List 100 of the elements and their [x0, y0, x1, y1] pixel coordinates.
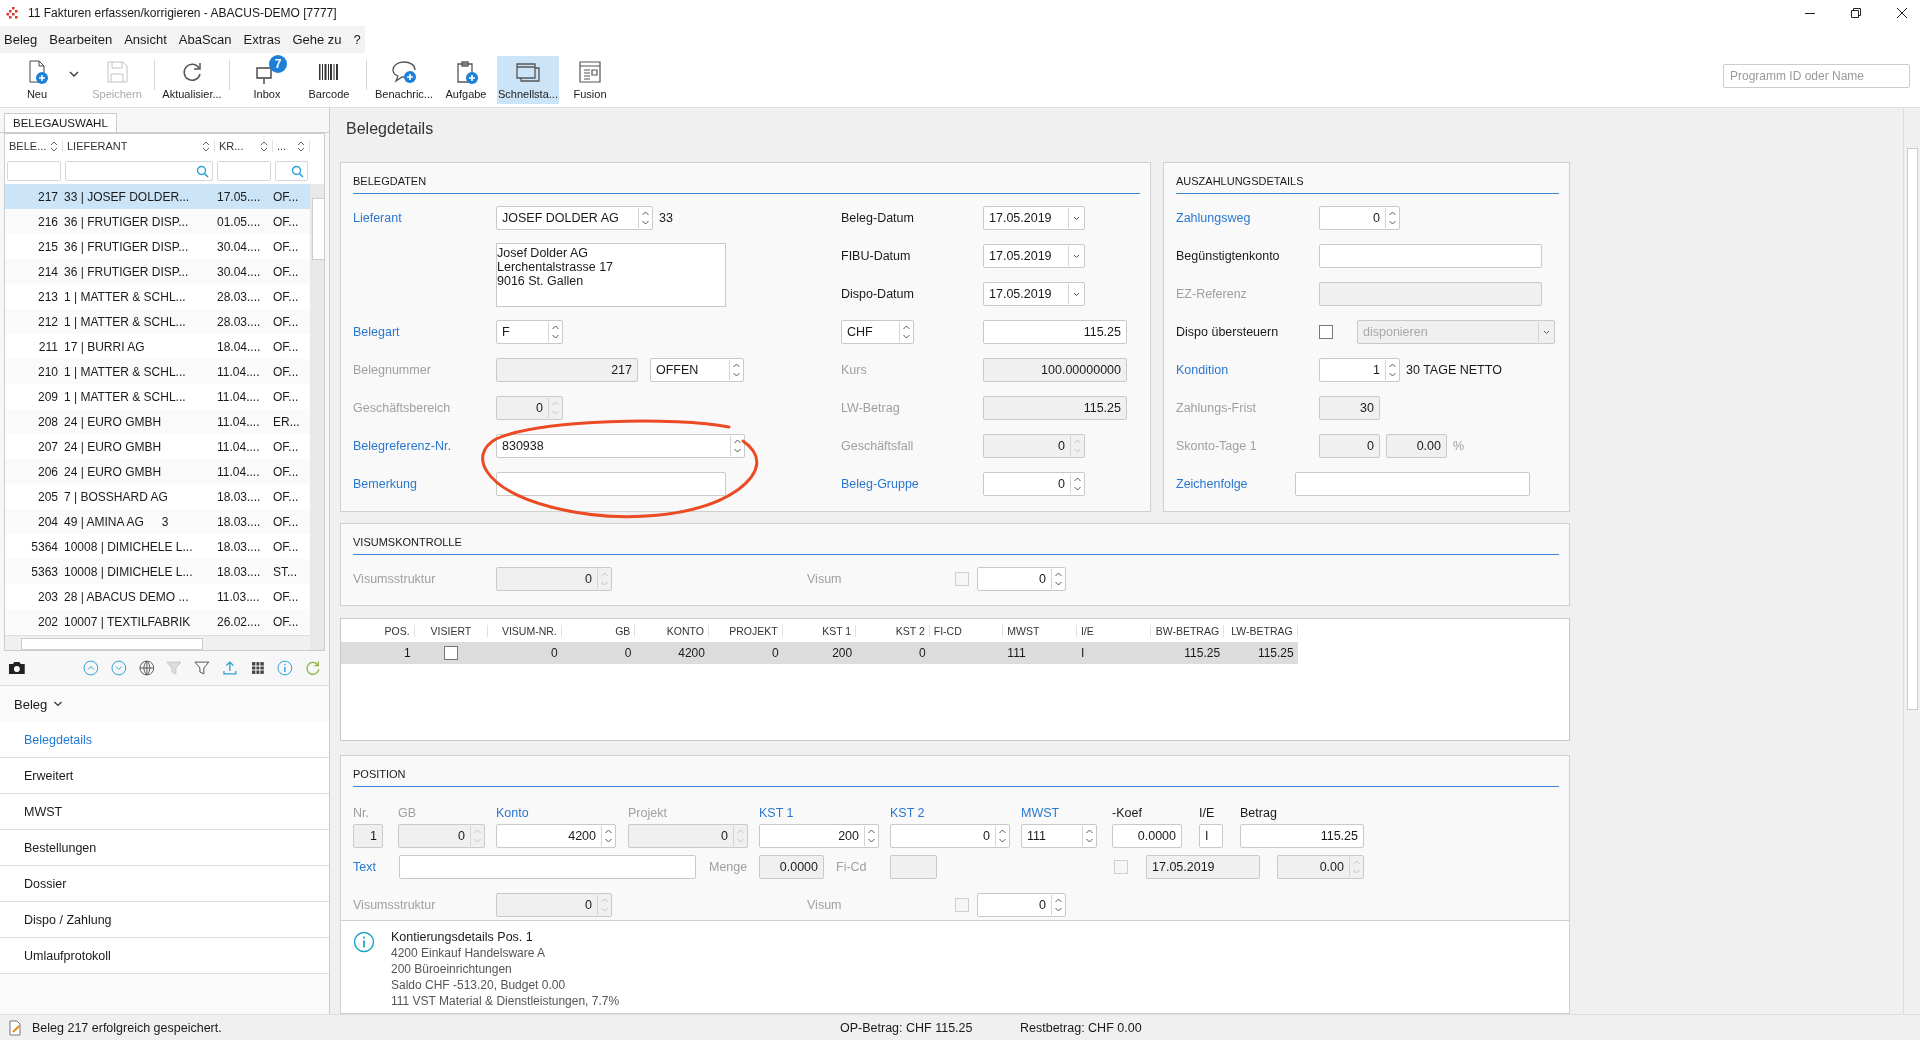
caret-icon[interactable]	[68, 69, 80, 79]
field-link[interactable]: Belegreferenz-Nr.	[353, 439, 451, 453]
number-field[interactable]: 0.0000	[1112, 824, 1182, 848]
column-header[interactable]: VISIERT	[414, 625, 489, 637]
menu-item[interactable]: Bearbeiten	[49, 32, 113, 47]
toolbar-button[interactable]: Fusion	[559, 56, 621, 104]
date-field[interactable]: 17.05.2019	[983, 206, 1085, 230]
filter-field[interactable]	[7, 161, 61, 181]
field-link[interactable]: Belegart	[353, 325, 400, 339]
column-header[interactable]: I/E	[1076, 625, 1151, 637]
spin-field[interactable]: 4200	[496, 824, 616, 848]
spinner-arrows-icon[interactable]	[638, 208, 652, 228]
list-row[interactable]: 209 1 | MATTER & SCHL... 11.04.... OF...	[5, 384, 310, 409]
filter-field[interactable]	[275, 161, 308, 181]
list-row[interactable]: 211 17 | BURRI AG 18.04.... OF...	[5, 334, 310, 359]
list-row[interactable]: 212 1 | MATTER & SCHL... 28.03.... OF...	[5, 309, 310, 334]
spin-field[interactable]: 0	[890, 824, 1010, 848]
clear-filter-icon[interactable]	[166, 660, 183, 676]
date-field[interactable]: 17.05.2019	[983, 244, 1085, 268]
column-header[interactable]: KR...	[215, 140, 273, 152]
nav-item[interactable]: Belegdetails	[0, 722, 329, 758]
list-row[interactable]: 214 36 | FRUTIGER DISP... 30.04.... OF...	[5, 259, 310, 284]
nav-item[interactable]: Dispo / Zahlung	[0, 902, 329, 938]
table-row[interactable]: 1 0 0 4200 0 200 0 111 I 115.25 115.25	[341, 642, 1298, 664]
list-row[interactable]: 203 28 | ABACUS DEMO ... 11.03.... OF...	[5, 584, 310, 609]
spinner-arrows-icon[interactable]	[864, 826, 878, 846]
info-icon[interactable]	[277, 660, 294, 676]
spin-field[interactable]: 0	[983, 472, 1085, 496]
menu-item[interactable]: Gehe zu	[292, 32, 342, 47]
column-header[interactable]: GB	[561, 625, 636, 637]
date-field[interactable]: 17.05.2019	[983, 282, 1085, 306]
field-link[interactable]: Bemerkung	[353, 477, 417, 491]
menu-item[interactable]: Extras	[243, 32, 281, 47]
search-field[interactable]: Programm ID oder Name	[1723, 64, 1910, 88]
field-link[interactable]: KST 2	[890, 802, 1021, 824]
list-row[interactable]: 205 7 | BOSSHARD AG 18.03.... OF...	[5, 484, 310, 509]
nav-section[interactable]: Beleg	[0, 686, 329, 722]
list-row[interactable]: 207 24 | EURO GMBH 11.04.... OF...	[5, 434, 310, 459]
grid-icon[interactable]	[249, 660, 266, 676]
column-header[interactable]: KST 2	[856, 625, 930, 637]
refresh-icon[interactable]	[305, 660, 321, 676]
spin-field[interactable]: 200	[759, 824, 879, 848]
toolbar-button[interactable]: Schnellsta...	[497, 56, 559, 104]
close-icon[interactable]	[1896, 7, 1908, 19]
list-row[interactable]: 215 36 | FRUTIGER DISP... 30.04.... OF...	[5, 234, 310, 259]
field-link[interactable]: Lieferant	[353, 211, 402, 225]
toolbar-button[interactable]: Benachric...	[373, 56, 435, 104]
horizontal-scrollbar[interactable]	[5, 635, 310, 650]
spinner-arrows-icon[interactable]	[899, 322, 913, 342]
list-row[interactable]: 5363 10008 | DIMICHELE L... 18.03.... ST...	[5, 559, 310, 584]
spinner-arrows-icon[interactable]	[995, 826, 1009, 846]
address-field[interactable]: Josef Dolder AG Lerchentalstrasse 17 9016 St. Gallen	[496, 243, 726, 307]
globe-icon[interactable]	[138, 660, 155, 676]
field-link[interactable]: KST 1	[759, 802, 890, 824]
vertical-scrollbar[interactable]	[310, 184, 324, 650]
camera-icon[interactable]	[8, 660, 26, 676]
field-link[interactable]: Text	[353, 860, 376, 874]
field-link[interactable]: Konto	[496, 802, 628, 824]
spin-field[interactable]: 0	[977, 893, 1066, 917]
toolbar-button[interactable]: Neu	[6, 56, 68, 104]
list-row[interactable]: 217 33 | JOSEF DOLDER... 17.05.... OF...	[5, 184, 310, 209]
menu-item[interactable]: Ansicht	[124, 32, 167, 47]
nav-item[interactable]: Dossier	[0, 866, 329, 902]
spin-field[interactable]: 1	[1319, 358, 1400, 382]
up-circle-icon[interactable]	[83, 660, 99, 676]
field-link[interactable]: Zeichenfolge	[1176, 477, 1248, 491]
column-header[interactable]: POS.	[341, 625, 415, 637]
list-row[interactable]: 206 24 | EURO GMBH 11.04.... OF...	[5, 459, 310, 484]
nav-item[interactable]: Erweitert	[0, 758, 329, 794]
list-row[interactable]: 5364 10008 | DIMICHELE L... 18.03.... OF...	[5, 534, 310, 559]
text-field[interactable]	[1319, 244, 1542, 268]
field-link[interactable]: Kondition	[1176, 363, 1229, 377]
number-field[interactable]: 115.25	[983, 320, 1127, 344]
field-link[interactable]: Zahlungsweg	[1176, 211, 1251, 225]
spinner-arrows-icon[interactable]	[601, 826, 615, 846]
spinner-arrows-icon[interactable]	[1385, 360, 1399, 380]
spinner-arrows-icon[interactable]	[730, 436, 744, 456]
column-header[interactable]: MWST	[1003, 625, 1077, 637]
toolbar-button[interactable]: 7 Inbox	[236, 56, 298, 104]
column-header[interactable]: FI-CD	[929, 625, 1004, 637]
spin-field[interactable]: 111	[1021, 824, 1097, 848]
spin-field[interactable]: 0	[977, 567, 1066, 591]
spin-field[interactable]: CHF	[841, 320, 914, 344]
panel-tab[interactable]: BELEGAUSWAHL	[4, 113, 117, 132]
column-header[interactable]: ...	[273, 140, 310, 152]
toolbar-button[interactable]: Aufgabe	[435, 56, 497, 104]
menu-item[interactable]: AbaScan	[178, 32, 232, 47]
column-header[interactable]: LIEFERANT	[63, 140, 215, 152]
field-link[interactable]: Beleg-Gruppe	[841, 477, 919, 491]
column-header[interactable]: LW-BETRAG	[1224, 625, 1298, 637]
nav-item[interactable]: Bestellungen	[0, 830, 329, 866]
nav-item[interactable]: MWST	[0, 794, 329, 830]
column-header[interactable]: PROJEKT	[708, 625, 783, 637]
spin-field[interactable]: F	[496, 320, 563, 344]
field-link[interactable]: MWST	[1021, 802, 1112, 824]
menu-item[interactable]: ?	[353, 32, 361, 47]
list-row[interactable]: 202 10007 | TEXTILFABRIK 26.02.... OF...	[5, 609, 310, 634]
spin-field[interactable]: JOSEF DOLDER AG	[496, 206, 653, 230]
column-header[interactable]: KST 1	[782, 625, 857, 637]
toolbar-button[interactable]: Aktualisier...	[161, 56, 223, 104]
